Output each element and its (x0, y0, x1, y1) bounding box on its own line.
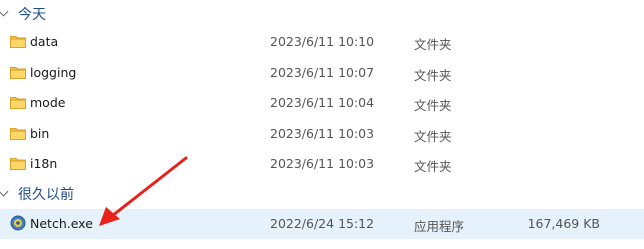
file-name[interactable]: bin (30, 126, 49, 141)
file-name[interactable]: data (30, 34, 58, 49)
file-type: 应用程序 (414, 219, 465, 234)
modified-date: 2023/6/11 10:03 (270, 126, 375, 141)
folder-icon (10, 157, 26, 170)
file-name[interactable]: Netch.exe (30, 216, 93, 231)
file-row-netch-exe[interactable]: Netch.exe 2022/6/24 15:12 应用程序 167,469 K… (0, 209, 644, 239)
modified-date: 2023/6/11 10:07 (270, 65, 375, 80)
modified-date: 2023/6/11 10:03 (270, 156, 375, 171)
file-name[interactable]: mode (30, 95, 65, 110)
file-row-bin[interactable]: bin 2023/6/11 10:03 文件夹 (0, 119, 644, 149)
file-type: 文件夹 (414, 37, 452, 52)
file-type: 文件夹 (414, 68, 452, 83)
folder-icon (10, 66, 26, 79)
modified-date: 2023/6/11 10:10 (270, 34, 375, 49)
folder-icon (10, 96, 26, 109)
group-header-long-ago[interactable]: 很久以前 (0, 182, 74, 206)
chevron-down-icon[interactable] (0, 190, 8, 198)
folder-icon (10, 127, 26, 140)
file-row-i18n[interactable]: i18n 2023/6/11 10:03 文件夹 (0, 149, 644, 179)
file-name[interactable]: i18n (30, 156, 57, 171)
group-title: 很久以前 (18, 187, 74, 203)
file-row-logging[interactable]: logging 2023/6/11 10:07 文件夹 (0, 58, 644, 88)
group-header-today[interactable]: 今天 (0, 2, 46, 26)
netch-app-icon (10, 215, 26, 231)
folder-icon (10, 35, 26, 48)
chevron-down-icon[interactable] (0, 10, 8, 18)
file-type: 文件夹 (414, 159, 452, 174)
modified-date: 2022/6/24 15:12 (270, 216, 375, 231)
group-title: 今天 (18, 7, 46, 23)
modified-date: 2023/6/11 10:04 (270, 95, 375, 110)
file-type: 文件夹 (414, 98, 452, 113)
file-row-data[interactable]: data 2023/6/11 10:10 文件夹 (0, 27, 644, 57)
file-row-mode[interactable]: mode 2023/6/11 10:04 文件夹 (0, 88, 644, 118)
file-name[interactable]: logging (30, 65, 76, 80)
file-size: 167,469 KB (527, 216, 600, 231)
file-type: 文件夹 (414, 129, 452, 144)
